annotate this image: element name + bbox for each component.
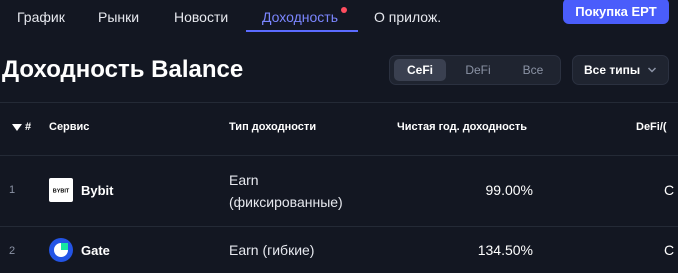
- column-header-service[interactable]: Сервис: [49, 121, 89, 133]
- gate-logo-icon: [49, 238, 73, 262]
- column-header-net-apy[interactable]: Чистая год. доходность: [397, 121, 527, 133]
- segment-defi-button[interactable]: DeFi: [452, 59, 504, 81]
- yield-type-line: Earn: [229, 172, 259, 188]
- nav-item-news[interactable]: Новости: [174, 9, 228, 25]
- segment-cefi-button[interactable]: CeFi: [394, 59, 446, 81]
- defi-cefi-value: C: [664, 242, 675, 258]
- nav-item-yield[interactable]: Доходность: [262, 9, 338, 25]
- divider: [0, 226, 678, 227]
- market-segment-control: CeFi DeFi Все: [389, 55, 561, 85]
- net-apy-value: 134.50%: [477, 242, 533, 258]
- divider: [0, 155, 678, 156]
- service-name[interactable]: Bybit: [81, 183, 114, 198]
- nav-item-markets[interactable]: Рынки: [98, 9, 139, 25]
- yield-type-line: Earn (гибкие): [229, 242, 315, 258]
- service-name[interactable]: Gate: [81, 243, 110, 258]
- bybit-logo-text: BYBIT: [53, 189, 70, 195]
- sort-down-icon[interactable]: [12, 124, 22, 131]
- active-tab-underline: [246, 30, 358, 32]
- notification-dot: [341, 7, 347, 13]
- yield-type-line: (фиксированные): [229, 194, 343, 210]
- row-rank: 2: [9, 245, 16, 257]
- yield-type-dropdown-label: Все типы: [584, 63, 641, 77]
- column-header-rank[interactable]: #: [25, 121, 31, 133]
- yield-type: Earn (гибкие): [229, 239, 314, 261]
- nav-item-about[interactable]: О прилож.: [374, 9, 441, 25]
- yield-type-dropdown[interactable]: Все типы: [572, 55, 669, 85]
- page-title: Доходность Balance: [2, 56, 244, 83]
- column-header-yield-type[interactable]: Тип доходности: [229, 121, 316, 133]
- buy-ept-button[interactable]: Покупка EPT: [563, 0, 669, 24]
- yield-type: Earn (фиксированные): [229, 169, 343, 213]
- segment-all-button[interactable]: Все: [510, 59, 556, 81]
- column-header-defi-cefi[interactable]: DeFi/(: [636, 121, 667, 133]
- top-nav: График Рынки Новости Доходность О прилож…: [0, 0, 678, 32]
- defi-cefi-value: C: [664, 182, 675, 198]
- bybit-logo-icon: BYBIT: [49, 178, 73, 202]
- row-rank: 1: [9, 184, 16, 196]
- divider: [0, 102, 678, 103]
- chevron-down-icon: [647, 67, 657, 73]
- net-apy-value: 99.00%: [485, 182, 533, 198]
- nav-item-chart[interactable]: График: [17, 9, 65, 25]
